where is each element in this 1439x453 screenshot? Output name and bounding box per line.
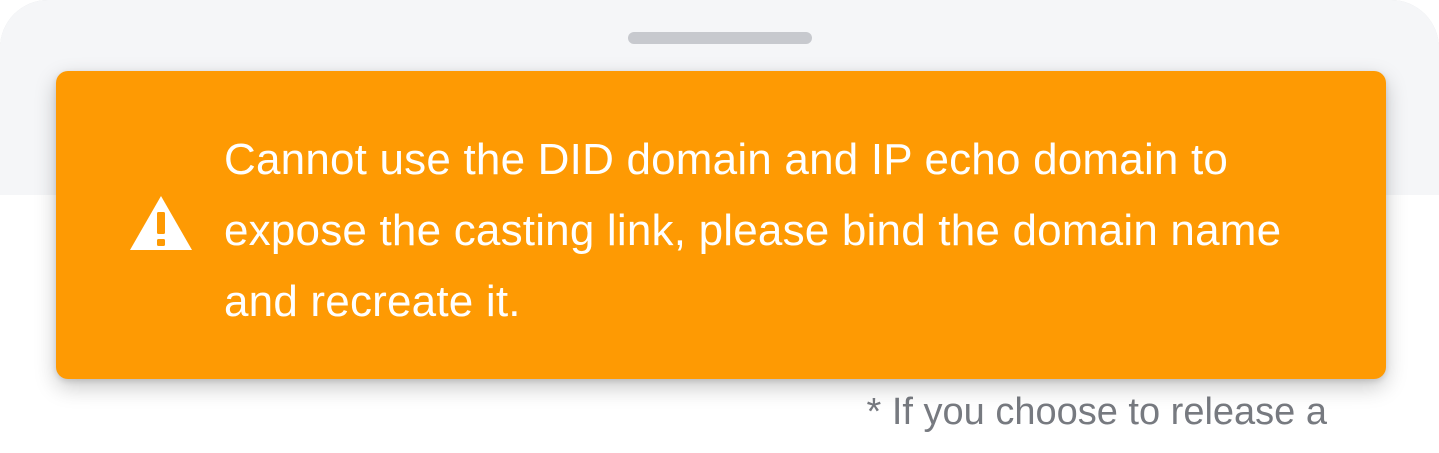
- warning-triangle-icon: [130, 196, 192, 250]
- warning-message: Cannot use the DID domain and IP echo do…: [224, 135, 1282, 326]
- drag-handle[interactable]: [628, 32, 812, 44]
- bottom-sheet-screen: * If you choose to release a Cannot use …: [0, 0, 1439, 453]
- release-footnote: * If you choose to release a: [866, 391, 1327, 433]
